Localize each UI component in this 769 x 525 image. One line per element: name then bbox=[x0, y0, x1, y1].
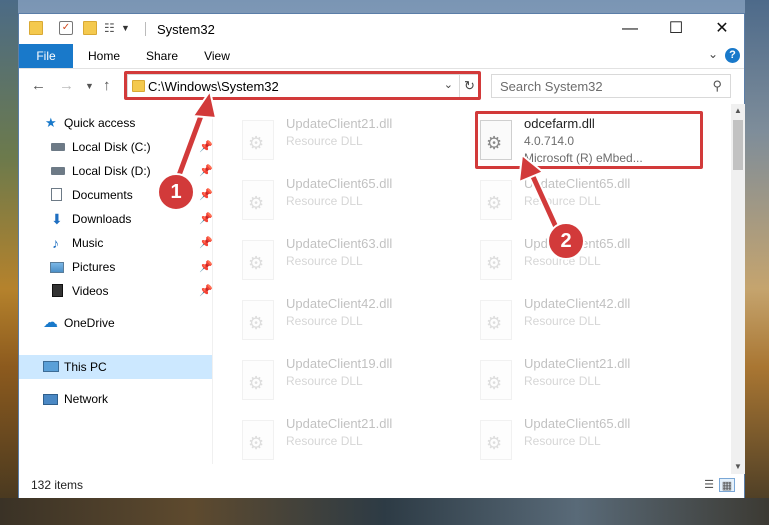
step-2-badge: 2 bbox=[547, 222, 585, 260]
step-1-badge: 1 bbox=[157, 173, 195, 211]
arrow-1-head bbox=[191, 88, 218, 120]
annotation-arrows bbox=[173, 88, 565, 241]
arrow-2-head bbox=[517, 153, 545, 184]
